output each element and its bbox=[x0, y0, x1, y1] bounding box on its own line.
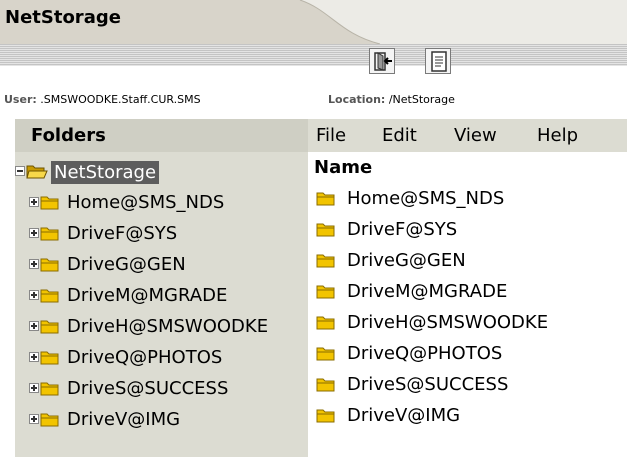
menu-help[interactable]: Help bbox=[537, 119, 578, 152]
info-bar: User: .SMSWOODKE.Staff.CUR.SMS Location:… bbox=[0, 90, 627, 110]
folder-icon bbox=[316, 254, 335, 268]
tree-item[interactable]: DriveV@IMG bbox=[15, 404, 308, 435]
app-header: NetStorage bbox=[0, 0, 627, 44]
toolbar-stripe bbox=[0, 44, 627, 66]
file-name[interactable]: DriveS@SUCCESS bbox=[347, 369, 508, 400]
folder-icon bbox=[316, 316, 335, 330]
tree-item[interactable]: DriveF@SYS bbox=[15, 218, 308, 249]
file-row[interactable]: DriveG@GEN bbox=[308, 245, 627, 276]
file-name[interactable]: DriveM@MGRADE bbox=[347, 276, 507, 307]
tree-root-label[interactable]: NetStorage bbox=[51, 161, 160, 184]
tree-item[interactable]: Home@SMS_NDS bbox=[15, 187, 308, 218]
tree-item[interactable]: DriveS@SUCCESS bbox=[15, 373, 308, 404]
tree-item-label[interactable]: DriveS@SUCCESS bbox=[67, 373, 228, 404]
expand-toggle[interactable] bbox=[29, 414, 39, 424]
folder-icon bbox=[40, 227, 59, 241]
tree-root[interactable]: NetStorage bbox=[15, 156, 308, 187]
tree-item-label[interactable]: DriveQ@PHOTOS bbox=[67, 342, 222, 373]
folder-icon bbox=[40, 413, 59, 427]
menu-bar: File Edit View Help bbox=[308, 119, 627, 152]
location-label: Location: bbox=[328, 93, 386, 106]
file-name[interactable]: Home@SMS_NDS bbox=[347, 183, 504, 214]
folder-icon bbox=[40, 351, 59, 365]
file-name[interactable]: DriveQ@PHOTOS bbox=[347, 338, 502, 369]
folder-icon bbox=[40, 258, 59, 272]
expand-toggle[interactable] bbox=[29, 290, 39, 300]
open-folder-icon bbox=[26, 165, 48, 179]
tree-item[interactable]: DriveG@GEN bbox=[15, 249, 308, 280]
toolbar bbox=[0, 44, 627, 82]
tree-item[interactable]: DriveQ@PHOTOS bbox=[15, 342, 308, 373]
collapse-toggle[interactable] bbox=[15, 166, 25, 176]
name-column-header[interactable]: Name bbox=[308, 152, 627, 183]
file-row[interactable]: Home@SMS_NDS bbox=[308, 183, 627, 214]
user-value: .SMSWOODKE.Staff.CUR.SMS bbox=[40, 93, 201, 106]
logout-icon bbox=[374, 52, 392, 71]
user-label: User: bbox=[4, 93, 37, 106]
file-row[interactable]: DriveQ@PHOTOS bbox=[308, 338, 627, 369]
folder-icon bbox=[40, 382, 59, 396]
document-icon bbox=[431, 51, 447, 72]
tree-item-label[interactable]: DriveV@IMG bbox=[67, 404, 180, 435]
file-row[interactable]: DriveF@SYS bbox=[308, 214, 627, 245]
file-name[interactable]: DriveV@IMG bbox=[347, 400, 460, 431]
file-name[interactable]: DriveG@GEN bbox=[347, 245, 466, 276]
expand-toggle[interactable] bbox=[29, 352, 39, 362]
expand-toggle[interactable] bbox=[29, 259, 39, 269]
file-name[interactable]: DriveH@SMSWOODKE bbox=[347, 307, 548, 338]
user-info: User: .SMSWOODKE.Staff.CUR.SMS bbox=[4, 93, 201, 106]
folder-icon bbox=[316, 409, 335, 423]
folder-icon bbox=[40, 320, 59, 334]
expand-toggle[interactable] bbox=[29, 321, 39, 331]
expand-toggle[interactable] bbox=[29, 228, 39, 238]
tree-item-label[interactable]: DriveF@SYS bbox=[67, 218, 177, 249]
folder-icon bbox=[316, 378, 335, 392]
folders-header: Folders bbox=[15, 119, 308, 152]
folders-panel: Folders NetStorage Home@SMS_NDS DriveF@SY… bbox=[15, 119, 308, 457]
logout-button[interactable] bbox=[369, 48, 395, 74]
tree-item-label[interactable]: Home@SMS_NDS bbox=[67, 187, 224, 218]
file-row[interactable]: DriveH@SMSWOODKE bbox=[308, 307, 627, 338]
folder-icon bbox=[40, 196, 59, 210]
location-value: /NetStorage bbox=[388, 93, 455, 106]
expand-toggle[interactable] bbox=[29, 197, 39, 207]
menu-view[interactable]: View bbox=[454, 119, 497, 152]
location-info: Location: /NetStorage bbox=[328, 93, 455, 106]
document-button[interactable] bbox=[425, 48, 451, 74]
content-panel: File Edit View Help Name Home@SMS_NDS Dri… bbox=[308, 119, 627, 457]
file-row[interactable]: DriveS@SUCCESS bbox=[308, 369, 627, 400]
folder-icon bbox=[316, 285, 335, 299]
expand-toggle[interactable] bbox=[29, 383, 39, 393]
tree-item-label[interactable]: DriveG@GEN bbox=[67, 249, 186, 280]
menu-edit[interactable]: Edit bbox=[382, 119, 417, 152]
tree-item[interactable]: DriveH@SMSWOODKE bbox=[15, 311, 308, 342]
tree-item[interactable]: DriveM@MGRADE bbox=[15, 280, 308, 311]
app-title: NetStorage bbox=[5, 7, 121, 28]
file-row[interactable]: DriveV@IMG bbox=[308, 400, 627, 431]
folder-icon bbox=[40, 289, 59, 303]
menu-file[interactable]: File bbox=[316, 119, 346, 152]
file-row[interactable]: DriveM@MGRADE bbox=[308, 276, 627, 307]
folder-icon bbox=[316, 347, 335, 361]
tree-item-label[interactable]: DriveM@MGRADE bbox=[67, 280, 227, 311]
folder-icon bbox=[316, 192, 335, 206]
folder-icon bbox=[316, 223, 335, 237]
tree-item-label[interactable]: DriveH@SMSWOODKE bbox=[67, 311, 268, 342]
file-name[interactable]: DriveF@SYS bbox=[347, 214, 457, 245]
